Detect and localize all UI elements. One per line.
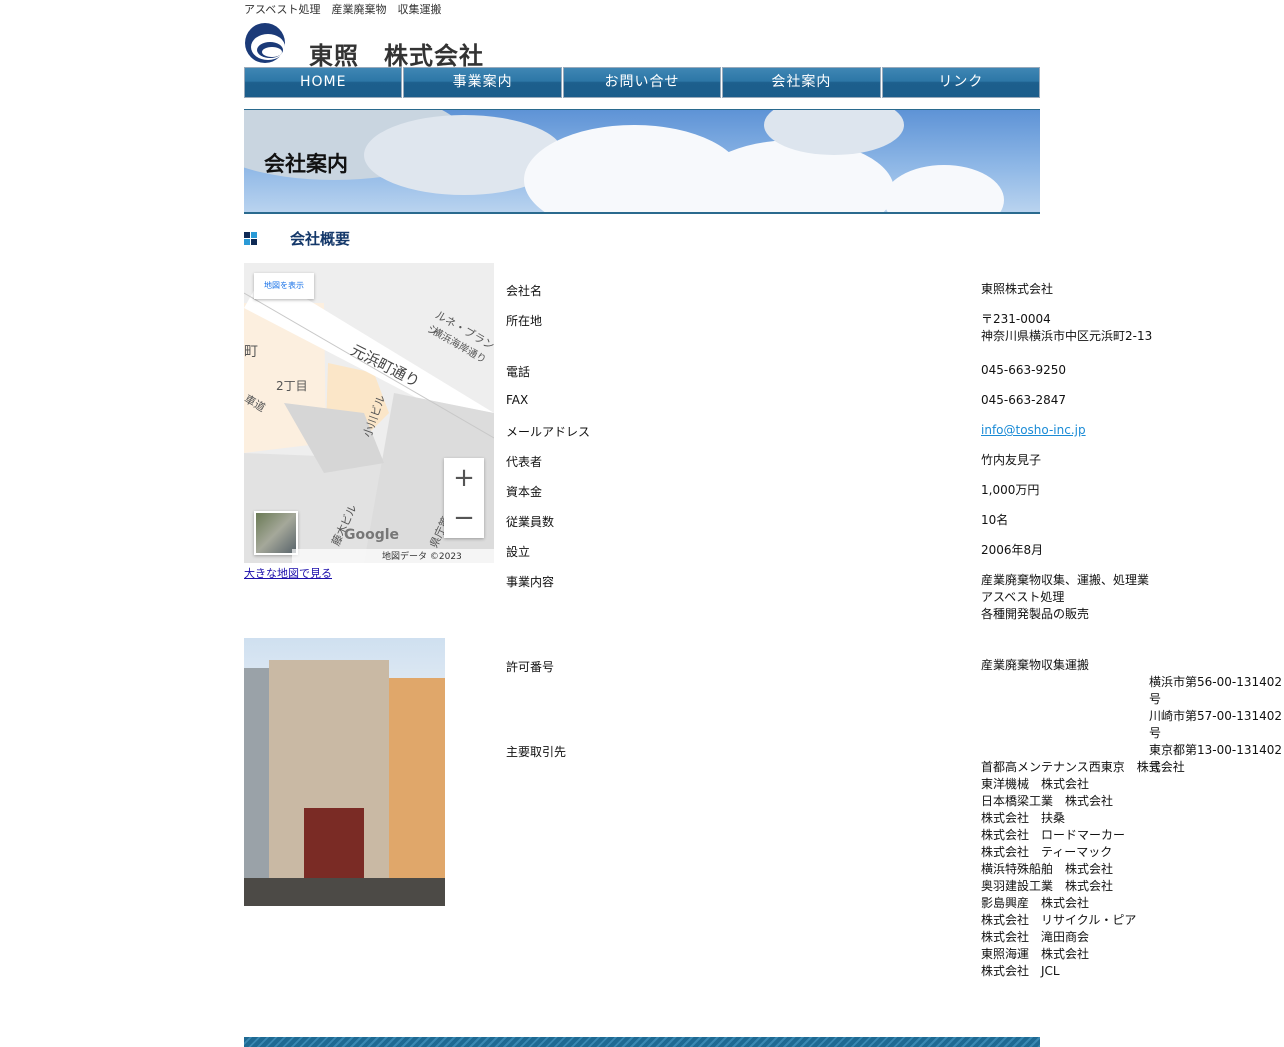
label-company-name: 会社名 — [506, 284, 543, 298]
footer-bar — [244, 1037, 1040, 1047]
value-email-wrap: info@tosho-inc.jp — [981, 422, 1086, 439]
map-zoom-control: + − — [444, 458, 484, 538]
section-bullet-icon — [244, 232, 257, 245]
client-item: 株式会社 滝田商会 — [981, 930, 1090, 944]
label-employees: 従業員数 — [506, 515, 555, 529]
map-label-chome: 2丁目 — [276, 379, 308, 393]
nav-business[interactable]: 事業案内 — [403, 67, 562, 98]
client-item: 株式会社 ティーマック — [981, 845, 1113, 859]
client-item: 首都高メンテナンス西東京 株式会社 — [981, 760, 1185, 774]
client-item: 東照海運 株式会社 — [981, 947, 1090, 961]
email-link[interactable]: info@tosho-inc.jp — [981, 423, 1086, 437]
business-item: 各種開発製品の販売 — [981, 607, 1090, 621]
view-map-button[interactable]: 地図を表示 — [254, 273, 314, 299]
value-employees: 10名 — [981, 513, 1009, 527]
label-capital: 資本金 — [506, 485, 543, 499]
client-item: 影島興産 株式会社 — [981, 896, 1090, 910]
value-fax: 045-663-2847 — [981, 393, 1067, 407]
client-item: 東洋機械 株式会社 — [981, 777, 1090, 791]
client-item: 横浜特殊船舶 株式会社 — [981, 862, 1114, 876]
value-founded: 2006年8月 — [981, 543, 1044, 557]
value-address: 〒231-0004 神奈川県横浜市中区元浜町2‐13 — [981, 311, 1152, 345]
value-tel: 045-663-9250 — [981, 363, 1067, 377]
label-address: 所在地 — [506, 314, 543, 328]
client-item: 株式会社 リサイクル・ピア — [981, 913, 1137, 927]
google-logo: Google — [344, 527, 400, 543]
map-attribution: 地図データ ©2023 — [292, 549, 494, 563]
page-title: 会社案内 — [264, 152, 348, 176]
building-photo — [244, 638, 445, 906]
label-tel: 電話 — [506, 365, 531, 379]
map-attribution-text: 地図データ ©2023 — [382, 552, 462, 562]
hero-banner: 会社案内 — [244, 109, 1040, 214]
client-item: 株式会社 JCL — [981, 964, 1060, 978]
permit-item: 横浜市第56-00-131402号 — [1149, 675, 1283, 706]
business-item: アスベスト処理 — [981, 590, 1065, 604]
client-item: 株式会社 ロードマーカー — [981, 828, 1126, 842]
value-capital: 1,000万円 — [981, 483, 1040, 497]
business-item: 産業廃棄物収集、運搬、処理業 — [981, 573, 1150, 587]
nav-contact[interactable]: お問い合せ — [562, 67, 722, 98]
embedded-map[interactable]: 地図を表示 元浜町通り 2丁目 小川ビル ルネ・ブランシ 横浜海岸通り 町 車道… — [244, 263, 494, 563]
value-address-line: 神奈川県横浜市中区元浜町2‐13 — [981, 329, 1153, 343]
label-email: メールアドレス — [506, 425, 591, 439]
label-founded: 設立 — [506, 545, 531, 559]
section-title: 会社概要 — [290, 230, 351, 248]
site-tagline: アスベスト処理 産業廃棄物 収集運搬 — [244, 3, 442, 16]
zoom-in-button[interactable]: + — [444, 458, 484, 498]
permit-item: 川崎市第57-00-131402号 — [1149, 709, 1283, 740]
value-postal: 〒231-0004 — [981, 312, 1051, 326]
label-clients: 主要取引先 — [506, 745, 567, 759]
map-label-machi: 町 — [244, 344, 258, 360]
label-fax: FAX — [506, 393, 529, 407]
company-logo-icon[interactable] — [244, 22, 286, 64]
value-business: 産業廃棄物収集、運搬、処理業 アスベスト処理 各種開発製品の販売 — [981, 572, 1149, 623]
client-item: 奥羽建設工業 株式会社 — [981, 879, 1114, 893]
nav-links[interactable]: リンク — [881, 67, 1041, 98]
label-permit: 許可番号 — [506, 660, 555, 674]
value-representative: 竹内友見子 — [981, 453, 1042, 467]
value-company-name: 東照株式会社 — [981, 282, 1054, 296]
label-business: 事業内容 — [506, 575, 555, 589]
large-map-link[interactable]: 大きな地図で見る — [244, 565, 332, 581]
zoom-out-button[interactable]: − — [444, 498, 484, 538]
main-nav: HOME 事業案内 お問い合せ 会社案内 リンク — [244, 67, 1041, 98]
company-name[interactable]: 東照 株式会社 — [309, 36, 484, 71]
nav-company[interactable]: 会社案内 — [722, 67, 881, 98]
client-item: 日本橋梁工業 株式会社 — [981, 794, 1114, 808]
client-item: 株式会社 扶桑 — [981, 811, 1066, 825]
label-representative: 代表者 — [506, 455, 543, 469]
value-permit-title: 産業廃棄物収集運搬 — [981, 658, 1090, 672]
nav-home[interactable]: HOME — [244, 67, 403, 98]
client-list: 首都高メンテナンス西東京 株式会社 東洋機械 株式会社 日本橋梁工業 株式会社 … — [981, 759, 1185, 980]
